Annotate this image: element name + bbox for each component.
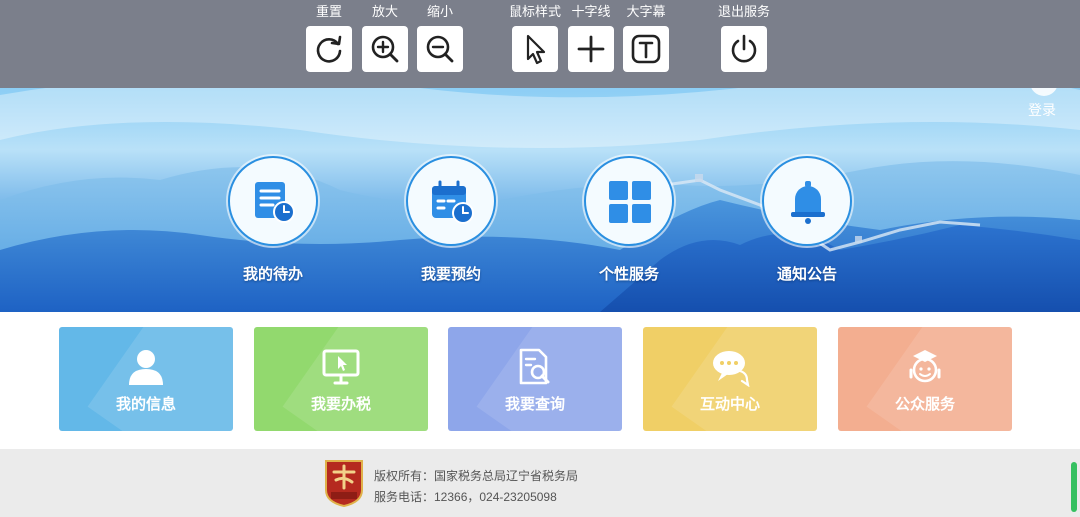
footer-copyright: 版权所有：国家税务总局辽宁省税务局	[374, 469, 579, 483]
reset-label: 重置	[315, 5, 342, 20]
crosshair-label: 十字线	[571, 5, 611, 20]
power-icon	[731, 34, 757, 63]
tile-interaction-center[interactable]: 互动中心	[643, 327, 817, 431]
document-search-icon	[519, 348, 550, 385]
quick-link-personal-service[interactable]: 个性服务	[569, 156, 689, 284]
quick-link-label: 个性服务	[598, 265, 659, 283]
scrollbar-thumb[interactable]	[1071, 462, 1077, 512]
quick-link-label: 我要预约	[420, 265, 481, 283]
zoom-in-tool[interactable]: 放大	[355, 5, 415, 72]
quick-link-label: 我的待办	[242, 265, 303, 283]
quick-link-circle[interactable]	[228, 156, 318, 246]
tile-label: 我的信息	[115, 395, 176, 413]
zoom-out-button[interactable]	[417, 26, 463, 72]
tile-label: 我要办税	[310, 395, 371, 413]
chat-bubble-icon	[713, 351, 750, 387]
zoom-out-tool[interactable]: 缩小	[410, 5, 470, 72]
tax-bureau-emblem-icon	[325, 460, 363, 508]
grid-icon	[609, 181, 651, 223]
crosshair-icon	[577, 35, 605, 63]
login-link[interactable]: 登录	[1028, 100, 1056, 120]
tile-my-info[interactable]: 我的信息	[59, 327, 233, 431]
tile-public-service[interactable]: 公众服务	[838, 327, 1012, 431]
large-text-icon	[631, 34, 661, 64]
zoom-out-label: 缩小	[426, 5, 453, 20]
crosshair-button[interactable]	[568, 26, 614, 72]
monitor-cursor-icon	[322, 349, 360, 385]
tile-label: 公众服务	[894, 395, 955, 413]
cursor-style-label: 鼠标样式	[508, 5, 561, 20]
quick-link-my-todo[interactable]: 我的待办	[213, 156, 333, 284]
quick-link-circle[interactable]	[584, 156, 674, 246]
user-icon	[129, 350, 163, 385]
zoom-in-label: 放大	[371, 5, 398, 20]
footer-phone: 服务电话：12366，024-23205098	[374, 490, 557, 504]
service-agent-icon	[909, 350, 941, 383]
cursor-style-button[interactable]	[512, 26, 558, 72]
large-text-label: 大字幕	[626, 5, 666, 20]
zoom-in-icon	[371, 35, 399, 63]
quick-link-appointment[interactable]: 我要预约	[391, 156, 511, 284]
exit-service-tool[interactable]: 退出服务	[714, 5, 774, 72]
reset-button[interactable]	[306, 26, 352, 72]
cursor-style-tool[interactable]: 鼠标样式	[505, 5, 565, 72]
quick-link-label: 通知公告	[776, 265, 837, 283]
tile-label: 我要查询	[504, 395, 565, 413]
tile-tax-filing[interactable]: 我要办税	[254, 327, 428, 431]
quick-link-circle[interactable]	[406, 156, 496, 246]
zoom-out-icon	[426, 35, 454, 63]
large-text-button[interactable]	[623, 26, 669, 72]
tile-query[interactable]: 我要查询	[448, 327, 622, 431]
large-text-tool[interactable]: 大字幕	[616, 5, 676, 72]
bell-icon	[791, 181, 825, 224]
tile-label: 互动中心	[699, 395, 760, 413]
zoom-in-button[interactable]	[362, 26, 408, 72]
reset-tool[interactable]: 重置	[299, 5, 359, 72]
quick-link-circle[interactable]	[762, 156, 852, 246]
calendar-clock-icon	[432, 180, 474, 224]
crosshair-tool[interactable]: 十字线	[561, 5, 621, 72]
exit-service-button[interactable]	[721, 26, 767, 72]
todo-list-icon	[255, 182, 295, 223]
quick-link-notice[interactable]: 通知公告	[747, 156, 867, 284]
reset-icon	[316, 35, 342, 63]
cursor-icon	[526, 34, 546, 65]
page-footer: 版权所有：国家税务总局辽宁省税务局 服务电话：12366，024-2320509…	[0, 449, 1080, 517]
exit-service-label: 退出服务	[717, 5, 770, 20]
accessibility-toolbar: 重置 放大 缩小 鼠标样式 十字线 大字幕 退出服务	[0, 0, 1080, 88]
